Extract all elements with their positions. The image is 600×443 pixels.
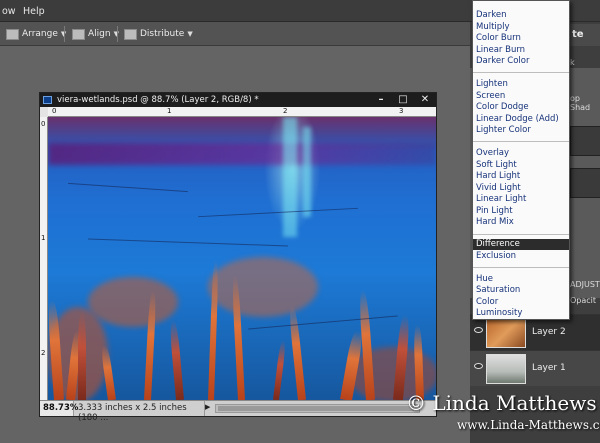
canvas-region <box>413 324 424 400</box>
layer-thumbnail <box>486 318 526 348</box>
ruler-label: 2 <box>41 349 46 357</box>
canvas-region <box>198 207 358 218</box>
menu-divider <box>473 72 569 73</box>
align-icon <box>72 28 85 40</box>
toolbar-divider <box>64 26 65 42</box>
blend-option[interactable]: Linear Burn <box>473 45 569 56</box>
adjustments-tab[interactable]: ADJUSTM <box>570 280 600 289</box>
arrange-label: Arrange <box>22 29 58 39</box>
blend-option[interactable]: Luminosity <box>473 308 569 319</box>
eye-icon[interactable] <box>474 363 483 369</box>
image-canvas[interactable] <box>48 117 436 400</box>
horizontal-scrollbar[interactable] <box>215 404 420 413</box>
blend-option[interactable]: Hard Light <box>473 171 569 182</box>
blend-option[interactable]: Lighten <box>473 79 569 90</box>
align-label: Align <box>88 29 111 39</box>
arrange-button[interactable]: Arrange ▼ <box>6 27 66 41</box>
ruler-label: 3 <box>399 107 404 115</box>
blend-option[interactable]: Darken <box>473 10 569 21</box>
blend-option[interactable]: Overlay <box>473 148 569 159</box>
blend-option[interactable]: Pin Light <box>473 206 569 217</box>
opacity-label: Opacit <box>570 296 597 305</box>
minimize-icon[interactable]: – <box>374 94 388 106</box>
panel-tab-button[interactable]: te <box>570 24 600 46</box>
ruler-horizontal[interactable]: 0 1 2 3 <box>48 107 436 117</box>
effect-thumbnail[interactable] <box>570 168 600 198</box>
close-icon[interactable]: ✕ <box>418 94 432 106</box>
blend-option[interactable]: Exclusion <box>473 251 569 262</box>
align-button[interactable]: Align ▼ <box>72 27 119 41</box>
menu-window[interactable]: ow <box>2 6 16 17</box>
watermark-url: www.Linda-Matthews.com <box>457 418 600 432</box>
canvas-region <box>248 315 398 330</box>
ruler-label: 0 <box>41 120 46 128</box>
blend-option[interactable]: Saturation <box>473 285 569 296</box>
distribute-label: Distribute <box>140 29 185 39</box>
layer-name: Layer 1 <box>532 363 566 373</box>
blend-option[interactable]: Screen <box>473 91 569 102</box>
canvas-region <box>288 305 306 400</box>
blend-option[interactable]: Color Dodge <box>473 102 569 113</box>
blend-option[interactable]: Lighter Color <box>473 125 569 136</box>
blend-option[interactable]: Hard Mix <box>473 217 569 228</box>
blend-option[interactable]: Color <box>473 297 569 308</box>
document-status-bar: 88.73% 3.333 inches x 2.5 inches (180 ..… <box>40 400 436 423</box>
ruler-label: 1 <box>167 107 172 115</box>
canvas-region <box>169 319 184 400</box>
ruler-label: 2 <box>283 107 288 115</box>
layer-row[interactable]: Layer 1 <box>470 350 600 386</box>
canvas-region <box>88 238 288 247</box>
arrange-icon <box>6 28 19 40</box>
blend-option[interactable]: Multiply <box>473 22 569 33</box>
blend-option[interactable]: Vivid Light <box>473 183 569 194</box>
canvas-region <box>88 277 178 327</box>
chevron-down-icon: ▼ <box>187 30 193 38</box>
photoshop-icon <box>43 96 52 104</box>
distribute-button[interactable]: Distribute ▼ <box>124 27 193 41</box>
blend-option-selected[interactable]: Difference <box>473 239 569 250</box>
status-menu-arrow-icon[interactable]: ▶ <box>205 403 213 414</box>
menu-help[interactable]: Help <box>23 6 45 17</box>
blend-option[interactable]: Linear Dodge (Add) <box>473 114 569 125</box>
canvas-region <box>208 257 318 317</box>
menu-divider <box>473 234 569 235</box>
layer-name: Layer 2 <box>532 327 566 337</box>
blend-mode-menu: Darken Multiply Color Burn Linear Burn D… <box>472 0 570 320</box>
blend-option[interactable]: Color Burn <box>473 33 569 44</box>
document-title: viera-wetlands.psd @ 88.7% (Layer 2, RGB… <box>57 95 259 105</box>
canvas-region <box>303 127 311 217</box>
effect-thumbnail[interactable] <box>570 126 600 156</box>
document-window: viera-wetlands.psd @ 88.7% (Layer 2, RGB… <box>39 92 437 423</box>
distribute-icon <box>124 28 137 40</box>
canvas-region <box>78 312 86 400</box>
drop-shadow-tab[interactable]: op Shad <box>570 94 600 112</box>
blend-option[interactable]: Hue <box>473 274 569 285</box>
document-info[interactable]: 3.333 inches x 2.5 inches (180 ... <box>75 401 205 423</box>
ruler-vertical[interactable]: 0 1 2 <box>40 117 48 400</box>
scrollbar-thumb[interactable] <box>218 406 414 411</box>
panel-tab[interactable]: k <box>570 58 575 67</box>
eye-icon[interactable] <box>474 327 483 333</box>
ruler-label: 0 <box>52 107 57 115</box>
zoom-field[interactable]: 88.73% <box>40 401 78 416</box>
blend-option[interactable]: Soft Light <box>473 160 569 171</box>
menu-divider <box>473 141 569 142</box>
menu-divider <box>473 267 569 268</box>
canvas-region <box>48 143 436 165</box>
copyright-watermark: © Linda Matthews <box>406 391 597 415</box>
canvas-region <box>283 117 297 237</box>
blend-option[interactable]: Darker Color <box>473 56 569 67</box>
blend-option[interactable]: Linear Light <box>473 194 569 205</box>
maximize-icon[interactable]: □ <box>396 94 410 106</box>
canvas-region <box>273 340 287 400</box>
layer-thumbnail <box>486 354 526 384</box>
document-title-bar[interactable]: viera-wetlands.psd @ 88.7% (Layer 2, RGB… <box>40 93 436 107</box>
ruler-label: 1 <box>41 234 46 242</box>
canvas-region <box>68 182 188 193</box>
toolbar-divider <box>117 26 118 42</box>
